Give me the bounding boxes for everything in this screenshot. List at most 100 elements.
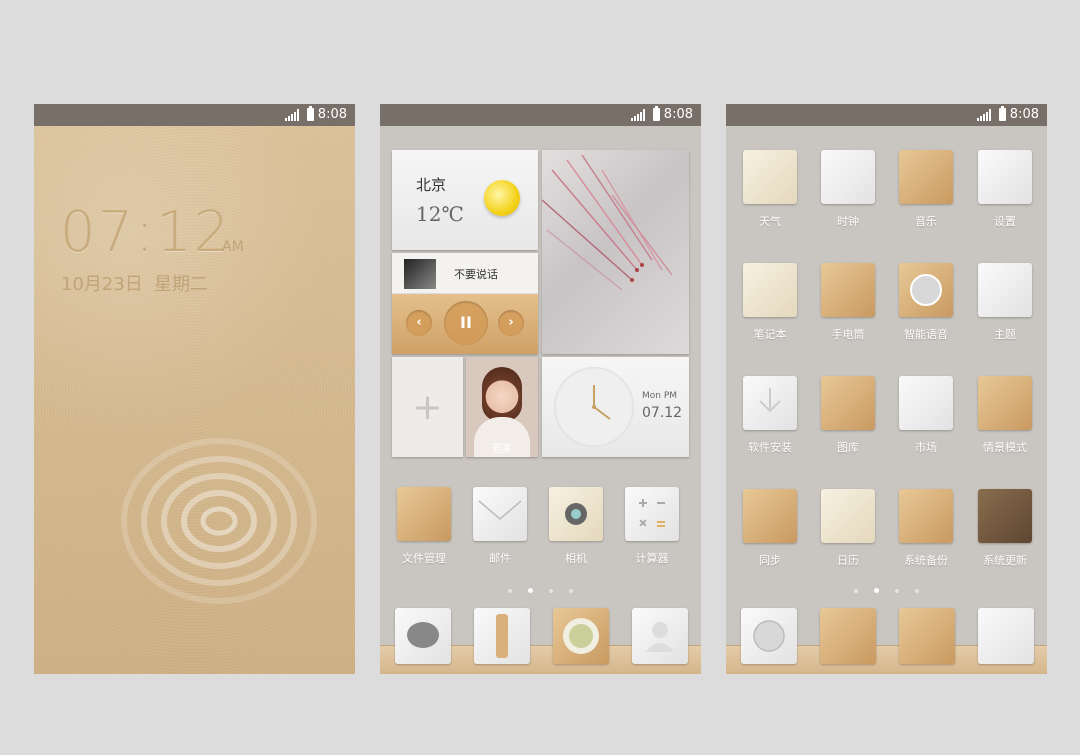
home-screen-widgets-phone: 8:08 北京 12℃ 不要说话 ‹ II › + 若美 Mon PM 07.1… xyxy=(380,104,701,674)
signal-icon xyxy=(285,109,299,121)
clock-widget[interactable]: Mon PM 07.12 xyxy=(542,357,689,457)
contact-widget[interactable]: 若美 xyxy=(466,357,538,457)
app-clock[interactable]: 时钟 xyxy=(812,150,884,229)
status-time: 8:08 xyxy=(1009,107,1039,122)
flashlight-icon xyxy=(821,263,875,317)
dock-toolbox[interactable] xyxy=(891,608,963,664)
dock-phone[interactable] xyxy=(466,608,538,664)
album-cover xyxy=(404,259,436,289)
app-notebook[interactable]: 笔记本 xyxy=(734,263,806,342)
music-widget: 不要说话 ‹ II › xyxy=(392,253,538,354)
weather-widget[interactable]: 北京 12℃ xyxy=(392,150,538,250)
message-icon xyxy=(395,608,451,664)
app-camera[interactable]: 相机 xyxy=(540,487,612,566)
sun-icon xyxy=(484,180,520,216)
gallery-icon xyxy=(821,376,875,430)
app-mail[interactable]: 邮件 xyxy=(464,487,536,566)
prev-track-button[interactable]: ‹ xyxy=(406,310,432,336)
backup-icon xyxy=(899,489,953,543)
status-bar: 8:08 xyxy=(726,104,1047,126)
signal-icon xyxy=(631,109,645,121)
contact-name: 若美 xyxy=(492,444,512,455)
music-info[interactable]: 不要说话 xyxy=(392,253,538,294)
app-update[interactable]: 系统更新 xyxy=(969,489,1041,568)
app-calendar[interactable]: 日历 xyxy=(812,489,884,568)
clock-hands-icon xyxy=(592,385,611,420)
phone-icon xyxy=(474,608,530,664)
music-controls: ‹ II › xyxy=(392,294,538,354)
voice-icon xyxy=(899,263,953,317)
app-gallery[interactable]: 图库 xyxy=(812,376,884,455)
profile-mode-icon xyxy=(978,376,1032,430)
download-icon xyxy=(743,376,797,430)
dock-blank-app[interactable] xyxy=(970,608,1042,664)
update-icon xyxy=(978,489,1032,543)
lock-date: 10月23日 xyxy=(61,274,143,295)
clock-date: 07.12 xyxy=(642,405,683,421)
status-time: 8:08 xyxy=(317,107,347,122)
app-weather[interactable]: 天气 xyxy=(734,150,806,229)
app-theme[interactable]: 主题 xyxy=(969,263,1041,342)
analog-clock-face xyxy=(554,367,634,447)
app-backup[interactable]: 系统备份 xyxy=(890,489,962,568)
dock-contacts[interactable] xyxy=(624,608,696,664)
status-time: 8:08 xyxy=(663,107,693,122)
battery-icon xyxy=(653,106,660,121)
status-bar: 8:08 xyxy=(34,104,355,126)
song-title: 不要说话 xyxy=(454,268,498,281)
page-indicator xyxy=(726,588,1047,593)
page-indicator xyxy=(380,588,701,593)
app-sync[interactable]: 同步 xyxy=(734,489,806,568)
app-market[interactable]: 市场 xyxy=(890,376,962,455)
home-screen-apps-phone: 8:08 天气 时钟 音乐 设置 笔记本 手电筒 智能语音 主题 软件安装 图库… xyxy=(726,104,1047,674)
notebook-icon xyxy=(743,263,797,317)
app-installer[interactable]: 软件安装 xyxy=(734,376,806,455)
app-file-manager[interactable]: 文件管理 xyxy=(388,487,460,566)
lock-weekday: 星期二 xyxy=(154,274,208,295)
clock-day: Mon PM xyxy=(642,391,678,401)
sync-icon xyxy=(743,489,797,543)
pause-button[interactable]: II xyxy=(444,301,488,345)
app-music[interactable]: 音乐 xyxy=(890,150,962,229)
browser-icon xyxy=(553,608,609,664)
lock-screen[interactable]: 07:12 AM 10月23日 星期二 xyxy=(34,126,355,674)
home-screen: 北京 12℃ 不要说话 ‹ II › + 若美 Mon PM 07.12 文件管… xyxy=(380,126,701,674)
battery-icon xyxy=(307,106,314,121)
envelope-icon xyxy=(473,487,527,541)
app-settings[interactable]: 设置 xyxy=(969,150,1041,229)
radio-icon xyxy=(820,608,876,664)
home-screen: 天气 时钟 音乐 设置 笔记本 手电筒 智能语音 主题 软件安装 图库 市场 情… xyxy=(726,126,1047,674)
dock-voice-dial[interactable] xyxy=(733,608,805,664)
contact-photo xyxy=(482,367,522,421)
add-widget-tile[interactable]: + xyxy=(392,357,463,457)
weather-temp: 12℃ xyxy=(416,202,464,226)
weather-city: 北京 xyxy=(416,176,447,194)
app-voice[interactable]: 智能语音 xyxy=(890,263,962,342)
status-bar: 8:08 xyxy=(380,104,701,126)
sand-ripple-unlock[interactable] xyxy=(114,411,324,611)
lock-screen-phone: 8:08 07:12 AM 10月23日 星期二 xyxy=(34,104,355,674)
clock-icon xyxy=(821,150,875,204)
dock-radio[interactable] xyxy=(812,608,884,664)
market-icon xyxy=(899,376,953,430)
next-track-button[interactable]: › xyxy=(498,310,524,336)
theme-icon xyxy=(978,263,1032,317)
dock-messages[interactable] xyxy=(387,608,459,664)
app-profile-mode[interactable]: 情景模式 xyxy=(969,376,1041,455)
folder-icon xyxy=(397,487,451,541)
plus-icon: + xyxy=(412,387,443,428)
voice-dial-icon xyxy=(741,608,797,664)
signal-icon xyxy=(977,109,991,121)
settings-icon xyxy=(978,150,1032,204)
photo-widget[interactable] xyxy=(542,150,689,354)
blank-app-icon xyxy=(978,608,1034,664)
battery-icon xyxy=(999,106,1006,121)
app-calculator[interactable]: 计算器 xyxy=(616,487,688,566)
lock-ampm: AM xyxy=(222,239,244,255)
weather-icon xyxy=(743,150,797,204)
camera-icon xyxy=(549,487,603,541)
dock-browser[interactable] xyxy=(545,608,617,664)
calendar-icon xyxy=(821,489,875,543)
app-flashlight[interactable]: 手电筒 xyxy=(812,263,884,342)
music-icon xyxy=(899,150,953,204)
